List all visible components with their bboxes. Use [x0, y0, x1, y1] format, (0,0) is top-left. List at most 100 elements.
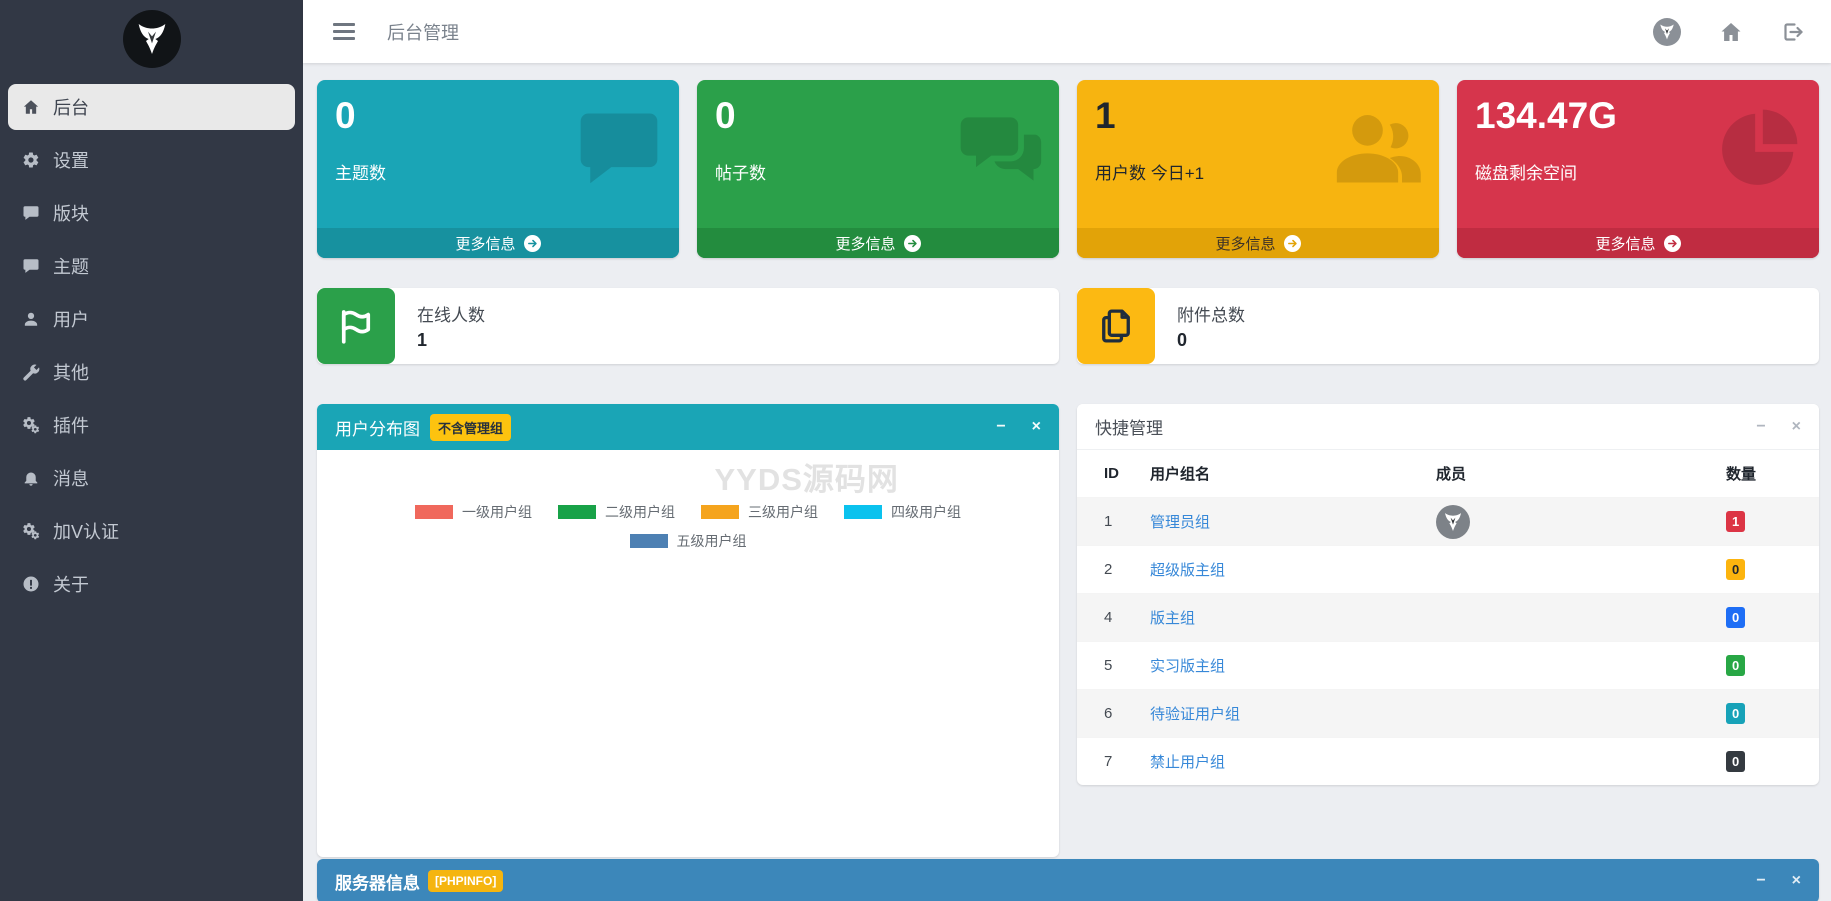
minimize-icon[interactable]: − [1756, 418, 1765, 435]
sidebar-item-label: 版块 [53, 204, 89, 224]
comment-icon [22, 204, 40, 222]
flag-icon [335, 305, 377, 347]
sidebar-item-label: 消息 [53, 469, 89, 489]
legend-item: 二级用户组 [558, 502, 675, 522]
count-badge: 0 [1726, 559, 1746, 580]
close-icon[interactable]: × [1792, 418, 1801, 435]
page-title: 后台管理 [387, 22, 459, 43]
info-value: 0 [1177, 330, 1188, 350]
wrench-icon [22, 363, 40, 381]
user-avatar[interactable] [1653, 17, 1681, 46]
sidebar-item-messages[interactable]: 消息 [8, 455, 295, 501]
sidebar-item-verification[interactable]: 加V认证 [8, 508, 295, 554]
legend-item: 四级用户组 [844, 502, 961, 522]
table-row: 1 管理员组 1 [1077, 497, 1819, 545]
member-avatar[interactable] [1436, 504, 1470, 539]
quick-management-panel: 快捷管理 − × ID 用户组名 成员 数量 1 管理员组 1 2 超级版主组 … [1077, 404, 1819, 785]
arrow-circle-right-icon [907, 238, 918, 249]
usergroup-link[interactable]: 超级版主组 [1150, 559, 1436, 580]
more-info-link[interactable]: 更多信息 [697, 228, 1059, 258]
close-icon[interactable]: × [1032, 419, 1041, 435]
close-icon[interactable]: × [1792, 873, 1801, 889]
stat-box-disk: 134.47G 磁盘剩余空间 更多信息 [1457, 80, 1819, 258]
chart-legend: 一级用户组 二级用户组 三级用户组 四级用户组 五级用户组 [317, 502, 1059, 551]
arrow-circle-right-icon [1667, 238, 1678, 249]
minimize-icon[interactable]: − [996, 419, 1005, 435]
panel-title: 服务器信息 [335, 873, 420, 893]
sidebar-item-settings[interactable]: 设置 [8, 137, 295, 183]
home-icon [1719, 20, 1743, 44]
usergroup-link[interactable]: 实习版主组 [1150, 655, 1436, 676]
sidebar-item-about[interactable]: 关于 [8, 561, 295, 607]
sidebar: 后台 设置 版块 主题 用户 其他 插件 消息 加V认证 关于 [0, 0, 303, 901]
panel-row: 用户分布图 不含管理组 − × YYDS源码网 一级用户组 二级用户组 三级用户… [317, 404, 1819, 857]
usergroup-link[interactable]: 禁止用户组 [1150, 751, 1436, 772]
table-row: 7 禁止用户组 0 [1077, 737, 1819, 785]
sidebar-item-label: 插件 [53, 416, 89, 436]
app-logo[interactable] [0, 0, 303, 78]
pie-chart-icon [1713, 102, 1805, 194]
admin-dashboard: 后台 设置 版块 主题 用户 其他 插件 消息 加V认证 关于 后台管理 0 主… [0, 0, 1831, 901]
sidebar-item-topics[interactable]: 主题 [8, 243, 295, 289]
count-badge: 0 [1726, 751, 1746, 772]
watermark: YYDS源码网 [714, 462, 899, 497]
users-icon [1333, 102, 1425, 194]
sidebar-item-other[interactable]: 其他 [8, 349, 295, 395]
count-badge: 0 [1726, 607, 1746, 628]
sidebar-item-label: 加V认证 [53, 522, 120, 542]
user-distribution-panel: 用户分布图 不含管理组 − × YYDS源码网 一级用户组 二级用户组 三级用户… [317, 404, 1059, 857]
info-label: 附件总数 [1177, 306, 1245, 325]
fox-avatar-icon [1441, 510, 1465, 534]
sidebar-toggle-icon[interactable] [333, 23, 355, 40]
info-box-online: 在线人数 1 [317, 288, 1059, 364]
usergroup-link[interactable]: 待验证用户组 [1150, 703, 1436, 724]
fox-logo-icon [132, 19, 172, 59]
legend-swatch [629, 534, 668, 548]
more-info-link[interactable]: 更多信息 [1457, 228, 1819, 258]
sidebar-item-forums[interactable]: 版块 [8, 190, 295, 236]
more-info-link[interactable]: 更多信息 [317, 228, 679, 258]
content: 0 主题数 更多信息 0 帖子数 更多信息 1 用户数 今日+1 更多信息 13… [303, 63, 1831, 901]
panel-badge: 不含管理组 [430, 413, 512, 441]
sidebar-item-label: 其他 [53, 363, 89, 383]
panel-title: 快捷管理 [1095, 419, 1163, 438]
home-button[interactable] [1719, 20, 1743, 44]
minimize-icon[interactable]: − [1756, 873, 1765, 889]
info-row: 在线人数 1 附件总数 0 [317, 288, 1819, 364]
fox-avatar-icon [1657, 22, 1677, 42]
home-icon [22, 98, 40, 116]
server-info-panel: 服务器信息 [PHPINFO] − × [317, 859, 1819, 901]
logout-button[interactable] [1781, 20, 1805, 44]
panel-title: 用户分布图 [335, 419, 420, 439]
table-row: 6 待验证用户组 0 [1077, 689, 1819, 737]
table-row: 2 超级版主组 0 [1077, 545, 1819, 593]
legend-item: 一级用户组 [415, 502, 532, 522]
more-info-link[interactable]: 更多信息 [1077, 228, 1439, 258]
phpinfo-badge[interactable]: [PHPINFO] [428, 870, 504, 892]
comment-icon [22, 257, 40, 275]
sidebar-item-users[interactable]: 用户 [8, 296, 295, 342]
gears-icon [22, 522, 40, 540]
info-value: 1 [417, 330, 428, 350]
legend-item: 三级用户组 [701, 502, 818, 522]
sign-out-icon [1781, 20, 1805, 44]
legend-swatch [415, 505, 453, 519]
info-label: 在线人数 [417, 306, 485, 325]
sidebar-nav: 后台 设置 版块 主题 用户 其他 插件 消息 加V认证 关于 [0, 78, 303, 620]
table-row: 4 版主组 0 [1077, 593, 1819, 641]
sidebar-item-label: 关于 [53, 575, 89, 595]
table-row: 5 实习版主组 0 [1077, 641, 1819, 689]
stat-box-topics: 0 主题数 更多信息 [317, 80, 679, 258]
topbar: 后台管理 [303, 0, 1831, 63]
sidebar-item-plugins[interactable]: 插件 [8, 402, 295, 448]
main-area: 后台管理 0 主题数 更多信息 0 帖子数 更多信息 1 用户数 今日+1 更多… [303, 0, 1831, 901]
bell-icon [22, 469, 40, 487]
usergroup-link[interactable]: 管理员组 [1150, 511, 1436, 532]
usergroup-link[interactable]: 版主组 [1150, 607, 1436, 628]
gears-icon [22, 416, 40, 434]
comments-icon [953, 102, 1045, 194]
stat-box-users: 1 用户数 今日+1 更多信息 [1077, 80, 1439, 258]
copy-icon [1095, 305, 1137, 347]
sidebar-item-dashboard[interactable]: 后台 [8, 84, 295, 130]
usergroup-table: ID 用户组名 成员 数量 1 管理员组 1 2 超级版主组 0 4 版主组 0… [1077, 450, 1819, 785]
